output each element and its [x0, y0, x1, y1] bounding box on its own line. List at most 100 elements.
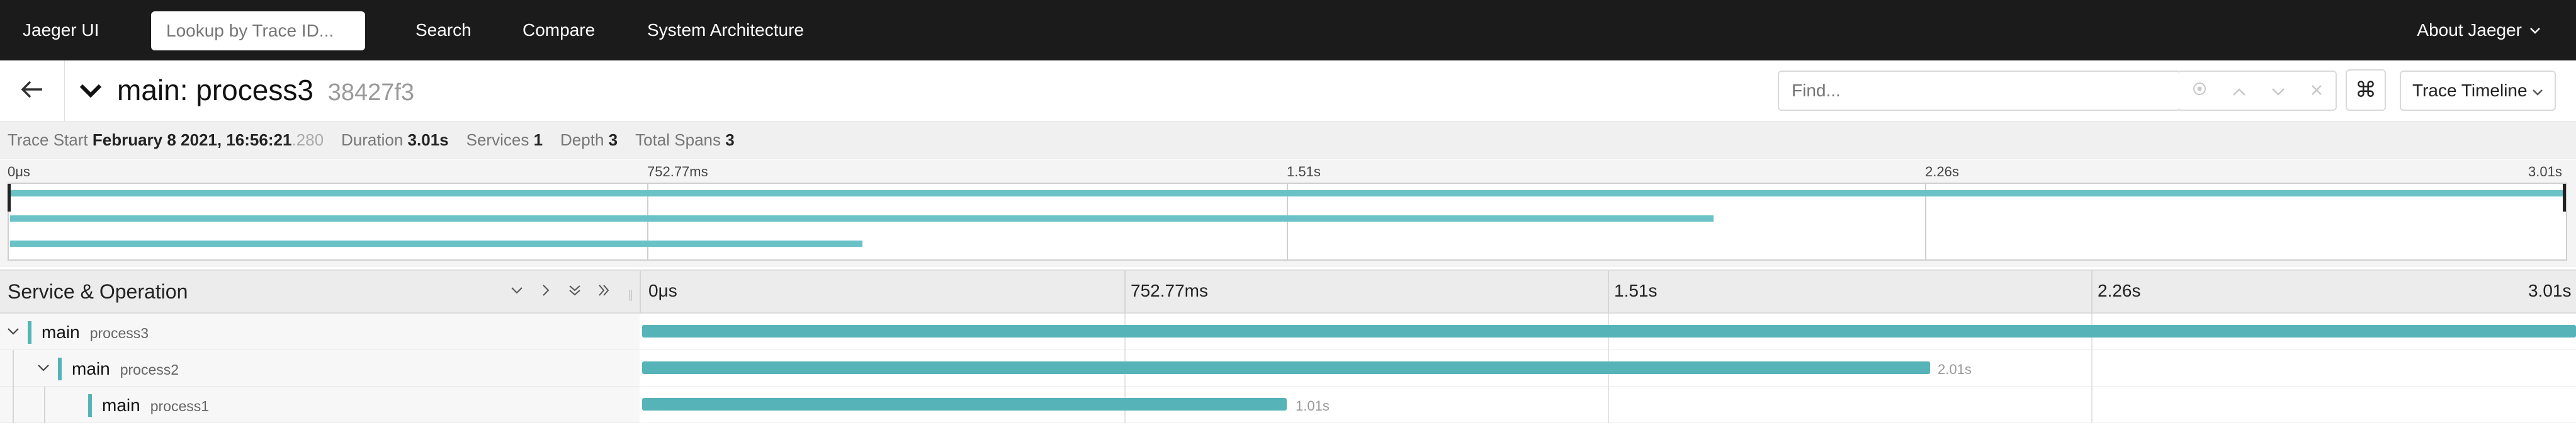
about-menu[interactable]: About Jaeger: [2417, 0, 2541, 60]
chevron-up-icon[interactable]: [2232, 81, 2246, 101]
column-divider: [640, 271, 641, 314]
back-button[interactable]: [0, 60, 65, 121]
chevron-down-icon: [2529, 22, 2541, 38]
chevron-down-icon: [2532, 81, 2543, 101]
span-timeline-cell[interactable]: [641, 314, 2576, 350]
top-nav: Jaeger UI Search Compare System Architec…: [0, 0, 2576, 60]
column-resizer-handle[interactable]: ||: [628, 288, 633, 302]
minimap-canvas[interactable]: [8, 183, 2567, 261]
timeline-tick-label: 3.01s: [2528, 281, 2572, 300]
timeline-gridline: [1124, 271, 1126, 314]
command-key-icon: ⌘: [2355, 78, 2376, 102]
service-name: main: [102, 395, 140, 415]
timeline-header: Service & Operation || 0μs 752.77ms 1.51…: [0, 270, 2576, 314]
target-icon[interactable]: [2192, 81, 2207, 101]
tree-guide-line: [44, 387, 45, 423]
span-timeline-cell[interactable]: 1.01s: [641, 387, 2576, 423]
arrow-left-icon: [21, 80, 43, 102]
find-input[interactable]: [1778, 71, 2181, 111]
nav-link-system-architecture[interactable]: System Architecture: [647, 0, 804, 60]
timeline-gridline: [2091, 387, 2093, 423]
chevron-down-icon[interactable]: [78, 77, 103, 108]
minimap-tick-label: 3.01s: [2528, 164, 2562, 179]
trace-title: main: process3 38427f3: [117, 73, 414, 107]
span-bar[interactable]: [642, 325, 2576, 338]
trace-summary: Trace Start February 8 2021, 16:56:21.28…: [0, 122, 2576, 159]
span-name-cell[interactable]: main process2: [0, 350, 640, 387]
operation-name: process2: [120, 361, 179, 378]
span-name-cell[interactable]: main process1: [0, 387, 640, 423]
expand-collapse-tools: [510, 281, 611, 300]
trace-services-value: 1: [533, 130, 543, 149]
trace-duration: Duration 3.01s: [341, 130, 449, 149]
span-bar[interactable]: [642, 398, 1287, 411]
minimap-right-handle[interactable]: [2563, 184, 2566, 212]
trace-title-text: main: process3: [117, 74, 314, 106]
timeline-gridline: [1608, 387, 1609, 423]
minimap-tick-label: 1.51s: [1287, 164, 1321, 179]
span-duration-label: 2.01s: [1938, 361, 1972, 377]
operation-name: process3: [89, 325, 149, 341]
trace-id: 38427f3: [327, 79, 415, 106]
nav-link-search[interactable]: Search: [415, 0, 472, 60]
span-bar[interactable]: [642, 361, 1930, 374]
collapse-one-icon[interactable]: [510, 281, 524, 300]
keyboard-shortcuts-button[interactable]: ⌘: [2346, 69, 2386, 111]
timeline-tick-label: 1.51s: [1614, 281, 1658, 300]
trace-start: Trace Start February 8 2021, 16:56:21.28…: [8, 130, 324, 149]
timeline-gridline: [1608, 271, 1609, 314]
nav-link-compare[interactable]: Compare: [523, 0, 595, 60]
service-color-marker: [88, 394, 92, 417]
find-tools: [2179, 71, 2337, 111]
trace-services: Services 1: [466, 130, 543, 149]
trace-depth: Depth 3: [560, 130, 618, 149]
chevron-down-icon[interactable]: [6, 322, 20, 344]
minimap-tick-label: 0μs: [8, 164, 30, 179]
service-operation-title: Service & Operation: [8, 280, 188, 303]
expand-all-icon[interactable]: [597, 281, 611, 300]
trace-depth-value: 3: [608, 130, 618, 149]
minimap-span-bar: [10, 190, 2565, 196]
timeline-gridline: [2091, 271, 2093, 314]
span-row[interactable]: main process3: [0, 314, 2576, 350]
timeline-gridline: [2091, 350, 2093, 387]
service-color-marker: [28, 321, 31, 344]
minimap-left-handle[interactable]: [8, 184, 11, 212]
tree-guide-line: [13, 387, 14, 423]
span-rows: main process3 main process2 2.01s main p…: [0, 314, 2576, 437]
minimap-tick-label: 2.26s: [1925, 164, 1959, 179]
chevron-down-icon[interactable]: [2271, 81, 2285, 101]
brand-logo[interactable]: Jaeger UI: [23, 20, 99, 40]
trace-total-spans: Total Spans 3: [635, 130, 735, 149]
close-icon[interactable]: [2310, 81, 2323, 101]
about-label: About Jaeger: [2417, 20, 2522, 40]
service-color-marker: [58, 358, 62, 380]
minimap-span-bar: [10, 241, 862, 247]
span-row[interactable]: main process2 2.01s: [0, 350, 2576, 387]
span-row[interactable]: main process1 1.01s: [0, 387, 2576, 423]
span-label: main process2: [72, 359, 179, 379]
timeline-tick-label: 752.77ms: [1131, 281, 1208, 300]
span-name-cell[interactable]: main process3: [0, 314, 640, 350]
service-name: main: [42, 322, 80, 342]
span-label: main process3: [42, 322, 149, 343]
trace-minimap: 0μs 752.77ms 1.51s 2.26s 3.01s: [0, 160, 2576, 267]
trace-start-ms: .280: [291, 130, 324, 149]
collapse-all-icon[interactable]: [568, 281, 582, 300]
operation-name: process1: [150, 398, 210, 414]
expand-one-icon[interactable]: [539, 281, 553, 300]
timeline-tick-label: 0μs: [648, 281, 677, 300]
service-name: main: [72, 359, 110, 378]
span-timeline-cell[interactable]: 2.01s: [641, 350, 2576, 387]
trace-total-spans-value: 3: [725, 130, 735, 149]
chevron-down-icon[interactable]: [37, 359, 50, 381]
trace-id-lookup-input[interactable]: [151, 11, 365, 50]
trace-start-value: February 8 2021, 16:56:21: [92, 130, 292, 149]
view-mode-value: Trace Timeline: [2412, 81, 2528, 100]
trace-duration-value: 3.01s: [407, 130, 449, 149]
span-duration-label: 1.01s: [1296, 398, 1330, 414]
span-label: main process1: [102, 395, 209, 416]
timeline-tick-label: 2.26s: [2098, 281, 2141, 300]
view-mode-select[interactable]: Trace Timeline: [2400, 71, 2556, 111]
minimap-tick-label: 752.77ms: [647, 164, 708, 179]
